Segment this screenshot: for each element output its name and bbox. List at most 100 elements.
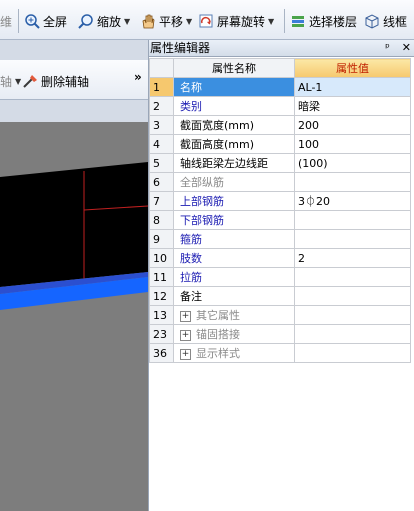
property-value-cell[interactable]: 2 [294,248,411,268]
property-name-cell[interactable]: 截面高度(mm) [173,134,295,154]
row-index: 7 [149,191,174,211]
table-row[interactable]: 12 备注 [149,286,411,306]
row-index: 23 [149,324,174,344]
row-index: 4 [149,134,174,154]
property-editor-panel: 属性编辑器 ᵖ ✕ 属性名称 属性值 1 名称 AL-1 2 类别 暗梁 3 截面宽度(mm)… [148,40,414,511]
expand-plus-icon[interactable]: + [180,348,191,360]
property-value-cell[interactable] [294,267,411,287]
table-row[interactable]: 5 轴线距梁左边线距 (100) [149,153,411,173]
zoom-dropdown-arrow-icon[interactable]: ▼ [124,17,130,26]
property-name-cell[interactable]: 类别 [173,96,295,116]
table-row[interactable]: 2 类别 暗梁 [149,96,411,116]
property-value-cell[interactable]: 100 [294,134,411,154]
overflow-chevron-icon: » [134,70,142,84]
row-index: 2 [149,96,174,116]
delete-aux-axis-button[interactable]: 删除辅轴 [22,72,89,90]
property-name-cell[interactable]: 截面宽度(mm) [173,115,295,135]
property-name-label: 其它属性 [196,309,240,322]
drawing-viewport[interactable] [0,122,148,511]
row-index: 13 [149,305,174,325]
expand-plus-icon[interactable]: + [180,310,191,322]
axis-dropdown[interactable]: 轴 ▼ [0,72,21,90]
close-icon[interactable]: ✕ [402,40,411,56]
property-name-cell[interactable]: 肢数 [173,248,295,268]
property-value-cell[interactable] [294,229,411,249]
property-name-label: 名称 [180,81,202,94]
table-row[interactable]: 36 + 显示样式 [149,343,411,363]
toolbar-3d-label: 维 [0,14,13,29]
property-name-label: 备注 [180,290,202,303]
property-table: 属性名称 属性值 1 名称 AL-1 2 类别 暗梁 3 截面宽度(mm) 200 4 截面高度(m… [149,58,411,363]
property-value-cell[interactable] [294,343,411,363]
pin-icon[interactable]: ᵖ [385,40,390,56]
property-name-cell[interactable]: + 显示样式 [173,343,295,363]
table-row[interactable]: 9 箍筋 [149,229,411,249]
property-value-cell[interactable] [294,286,411,306]
property-value-cell[interactable] [294,210,411,230]
screen-rotate-button[interactable]: 屏幕旋转 ▼ [198,12,274,30]
row-index: 10 [149,248,174,268]
viewport-drawing [0,122,148,511]
property-value-cell[interactable] [294,172,411,192]
header-value-cell: 属性值 [294,58,411,78]
pan-dropdown-arrow-icon[interactable]: ▼ [186,17,192,26]
table-row[interactable]: 10 肢数 2 [149,248,411,268]
row-index: 11 [149,267,174,287]
property-editor-titlebar: 属性编辑器 ᵖ ✕ [149,40,414,57]
property-name-cell[interactable]: 拉筋 [173,267,295,287]
axis-dropdown-label: 轴 [0,74,13,89]
property-name-cell[interactable]: 轴线距梁左边线距 [173,153,295,173]
property-value-cell[interactable]: 200 [294,115,411,135]
table-row[interactable]: 23 + 锚固搭接 [149,324,411,344]
table-row[interactable]: 13 + 其它属性 [149,305,411,325]
property-name-cell[interactable]: 下部钢筋 [173,210,295,230]
zoom-icon [78,13,94,29]
header-name-cell: 属性名称 [173,58,295,78]
property-value-cell[interactable]: AL-1 [294,77,411,97]
row-index: 5 [149,153,174,173]
table-row[interactable]: 1 名称 AL-1 [149,77,411,97]
property-name-cell[interactable]: 名称 [173,77,295,97]
fullscreen-button[interactable]: 全屏 [24,12,67,30]
table-row[interactable]: 11 拉筋 [149,267,411,287]
property-value-cell[interactable] [294,305,411,325]
select-floor-label: 选择楼层 [309,14,358,29]
magnifier-fullscreen-icon [24,13,40,29]
zoom-button[interactable]: 缩放 ▼ [78,12,130,30]
toolbar-item-3d[interactable]: 维 [0,12,12,30]
row-index: 12 [149,286,174,306]
property-value-cell[interactable]: 暗梁 [294,96,411,116]
row-index: 6 [149,172,174,192]
header-index-cell [149,58,174,78]
property-name-cell[interactable]: + 其它属性 [173,305,295,325]
expand-plus-icon[interactable]: + [180,329,191,341]
axis-dropdown-arrow-icon: ▼ [15,76,22,86]
property-name-cell[interactable]: 备注 [173,286,295,306]
property-value-cell[interactable]: 3⏀20 [294,191,411,211]
table-row[interactable]: 8 下部钢筋 [149,210,411,230]
pan-button[interactable]: 平移 ▼ [140,12,192,30]
rotate-dropdown-arrow-icon[interactable]: ▼ [268,17,274,26]
property-value-cell[interactable] [294,324,411,344]
row-index: 8 [149,210,174,230]
property-name-cell[interactable]: 全部纵筋 [173,172,295,192]
property-name-cell[interactable]: + 锚固搭接 [173,324,295,344]
table-row[interactable]: 6 全部纵筋 [149,172,411,192]
select-floor-button[interactable]: 选择楼层 [290,12,357,30]
property-name-cell[interactable]: 箍筋 [173,229,295,249]
property-name-cell[interactable]: 上部钢筋 [173,191,295,211]
property-name-label: 轴线距梁左边线距 [180,157,268,170]
pan-label: 平移 [159,14,184,29]
delete-aux-axis-label: 删除辅轴 [41,74,90,89]
property-name-label: 拉筋 [180,271,202,284]
table-row[interactable]: 3 截面宽度(mm) 200 [149,115,411,135]
toolbar-overflow-button[interactable]: » [134,68,142,86]
property-name-label: 截面宽度(mm) [180,119,255,132]
property-name-label: 类别 [180,100,202,113]
table-row[interactable]: 7 上部钢筋 3⏀20 [149,191,411,211]
property-name-label: 肢数 [180,252,202,265]
property-value-cell[interactable]: (100) [294,153,411,173]
wireframe-button[interactable]: 线框 [364,12,407,30]
table-row[interactable]: 4 截面高度(mm) 100 [149,134,411,154]
property-name-label: 上部钢筋 [180,195,224,208]
